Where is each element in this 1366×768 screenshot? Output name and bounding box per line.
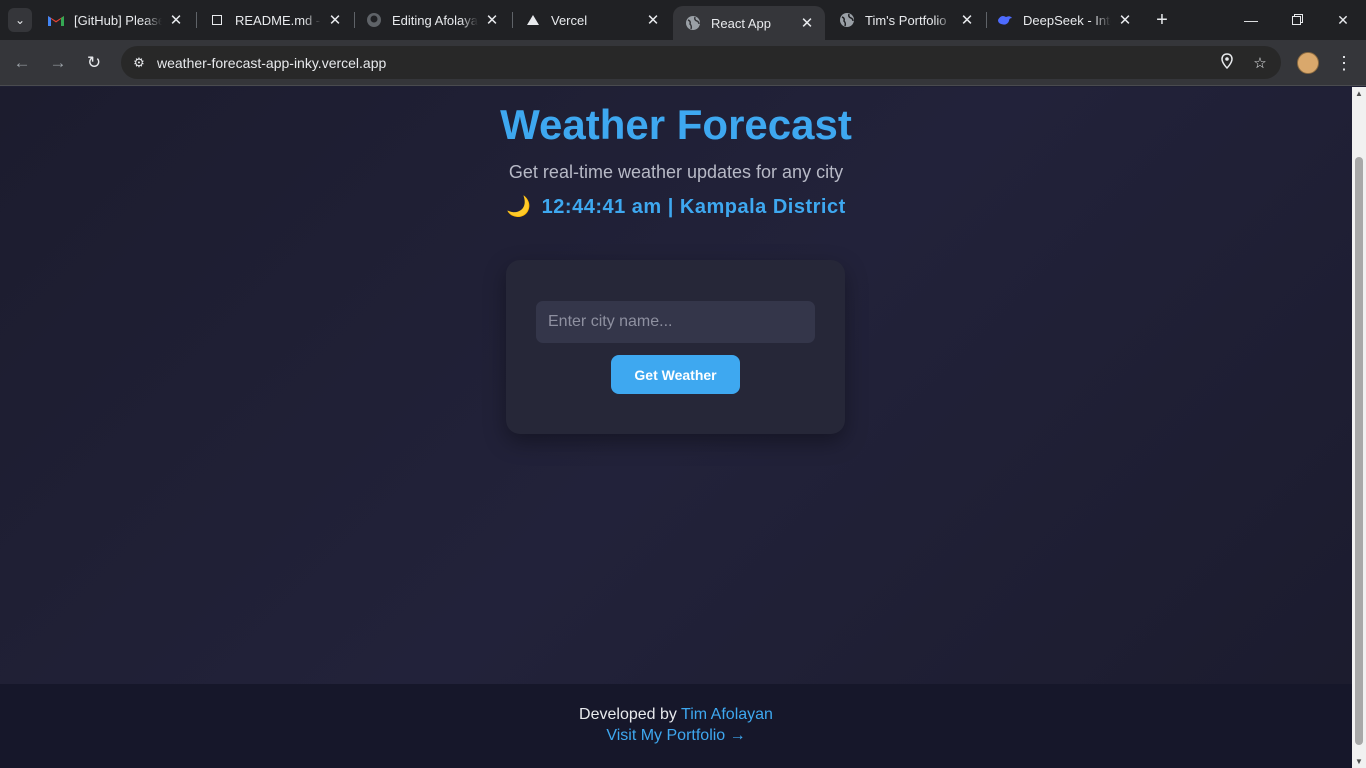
more-menu-icon[interactable]: ⋮: [1334, 50, 1354, 76]
scroll-up-icon[interactable]: ▲: [1355, 89, 1363, 98]
globe-icon: [839, 12, 855, 28]
address-bar[interactable]: ⚙ weather-forecast-app-inky.vercel.app ☆: [121, 46, 1281, 79]
close-icon[interactable]: ✕: [327, 11, 343, 29]
tab-title: React App: [711, 15, 771, 31]
url-text[interactable]: weather-forecast-app-inky.vercel.app: [157, 55, 1215, 71]
tab-strip: ⌄ [GitHub] Please verify ✕ README.md - w…: [0, 0, 1366, 40]
restore-icon: [1291, 12, 1303, 28]
new-tab-button[interactable]: +: [1150, 8, 1174, 32]
arrow-left-icon: ←: [13, 53, 31, 72]
tab-title: Vercel: [551, 12, 588, 28]
reload-icon: ↻: [86, 53, 102, 72]
reload-button[interactable]: ↻: [82, 51, 106, 75]
tab-title: [GitHub] Please verify: [74, 12, 162, 28]
vercel-icon: [525, 12, 541, 28]
tab-title: DeepSeek - Into: [1023, 12, 1111, 28]
time-location-text: 12:44:41 am | Kampala District: [541, 196, 846, 218]
time-location: 🌙 12:44:41 am | Kampala District: [0, 194, 1352, 219]
restore-button[interactable]: [1274, 0, 1320, 40]
globe-icon: [685, 15, 701, 31]
vertical-scrollbar[interactable]: ▲ ▼: [1352, 87, 1366, 768]
tab-vercel[interactable]: Vercel ✕: [513, 0, 671, 40]
close-window-button[interactable]: ✕: [1320, 0, 1366, 40]
github-icon: [366, 12, 382, 28]
tab-title: Editing Afolayan: [392, 12, 478, 28]
tab-gmail[interactable]: [GitHub] Please verify ✕: [36, 0, 194, 40]
close-icon[interactable]: ✕: [799, 14, 815, 32]
portfolio-link[interactable]: Visit My Portfolio →: [606, 727, 745, 744]
close-icon[interactable]: ✕: [645, 11, 661, 29]
tab-github[interactable]: Editing Afolayan ✕: [354, 0, 510, 40]
footer: Developed by Tim Afolayan Visit My Portf…: [0, 684, 1352, 768]
arrow-right-icon: →: [49, 53, 67, 72]
close-icon[interactable]: ✕: [484, 11, 500, 29]
star-icon[interactable]: ☆: [1248, 54, 1272, 72]
page-subtitle: Get real-time weather updates for any ci…: [508, 162, 844, 182]
location-pin-icon[interactable]: [1215, 52, 1239, 73]
get-weather-button[interactable]: Get Weather: [611, 355, 740, 394]
minimize-icon: —: [1244, 12, 1258, 28]
tab-react-app[interactable]: React App ✕: [673, 6, 825, 40]
plus-icon: +: [1156, 9, 1168, 31]
site-info-icon[interactable]: ⚙: [129, 55, 149, 71]
city-search-input[interactable]: [536, 301, 815, 343]
tab-deepseek[interactable]: DeepSeek - Into ✕: [985, 0, 1143, 40]
deepseek-icon: [997, 12, 1013, 28]
scroll-down-icon[interactable]: ▼: [1355, 757, 1363, 766]
close-icon[interactable]: ✕: [1117, 11, 1133, 29]
scrollbar-thumb[interactable]: [1355, 157, 1363, 745]
back-button[interactable]: ←: [10, 51, 34, 75]
tab-title: README.md - weather: [235, 12, 321, 28]
close-icon[interactable]: ✕: [959, 11, 975, 29]
gmail-icon: [48, 12, 64, 28]
close-icon: ✕: [1337, 11, 1349, 28]
file-icon: [209, 12, 225, 28]
tab-title: Tim's Portfolio: [865, 12, 947, 28]
browser-toolbar: ← → ↻ ⚙ weather-forecast-app-inky.vercel…: [0, 40, 1366, 86]
minimize-button[interactable]: —: [1228, 0, 1274, 40]
tab-portfolio[interactable]: Tim's Portfolio ✕: [827, 0, 985, 40]
chevron-down-icon: ⌄: [14, 13, 26, 27]
footer-developed-by: Developed by: [579, 706, 677, 723]
page-title: Weather Forecast: [500, 101, 852, 148]
developer-link[interactable]: Tim Afolayan: [681, 706, 773, 723]
page-content: Weather Forecast Get real-time weather u…: [0, 87, 1352, 768]
avatar[interactable]: [1297, 52, 1319, 74]
footer-credit: Developed by Tim Afolayan: [0, 706, 1352, 724]
search-card: Get Weather: [506, 260, 845, 434]
moon-icon: 🌙: [506, 196, 532, 218]
tab-search-button[interactable]: ⌄: [8, 8, 32, 32]
tab-readme[interactable]: README.md - weather ✕: [197, 0, 353, 40]
footer-portfolio: Visit My Portfolio →: [0, 727, 1352, 745]
close-icon[interactable]: ✕: [168, 11, 184, 29]
forward-button[interactable]: →: [46, 51, 70, 75]
